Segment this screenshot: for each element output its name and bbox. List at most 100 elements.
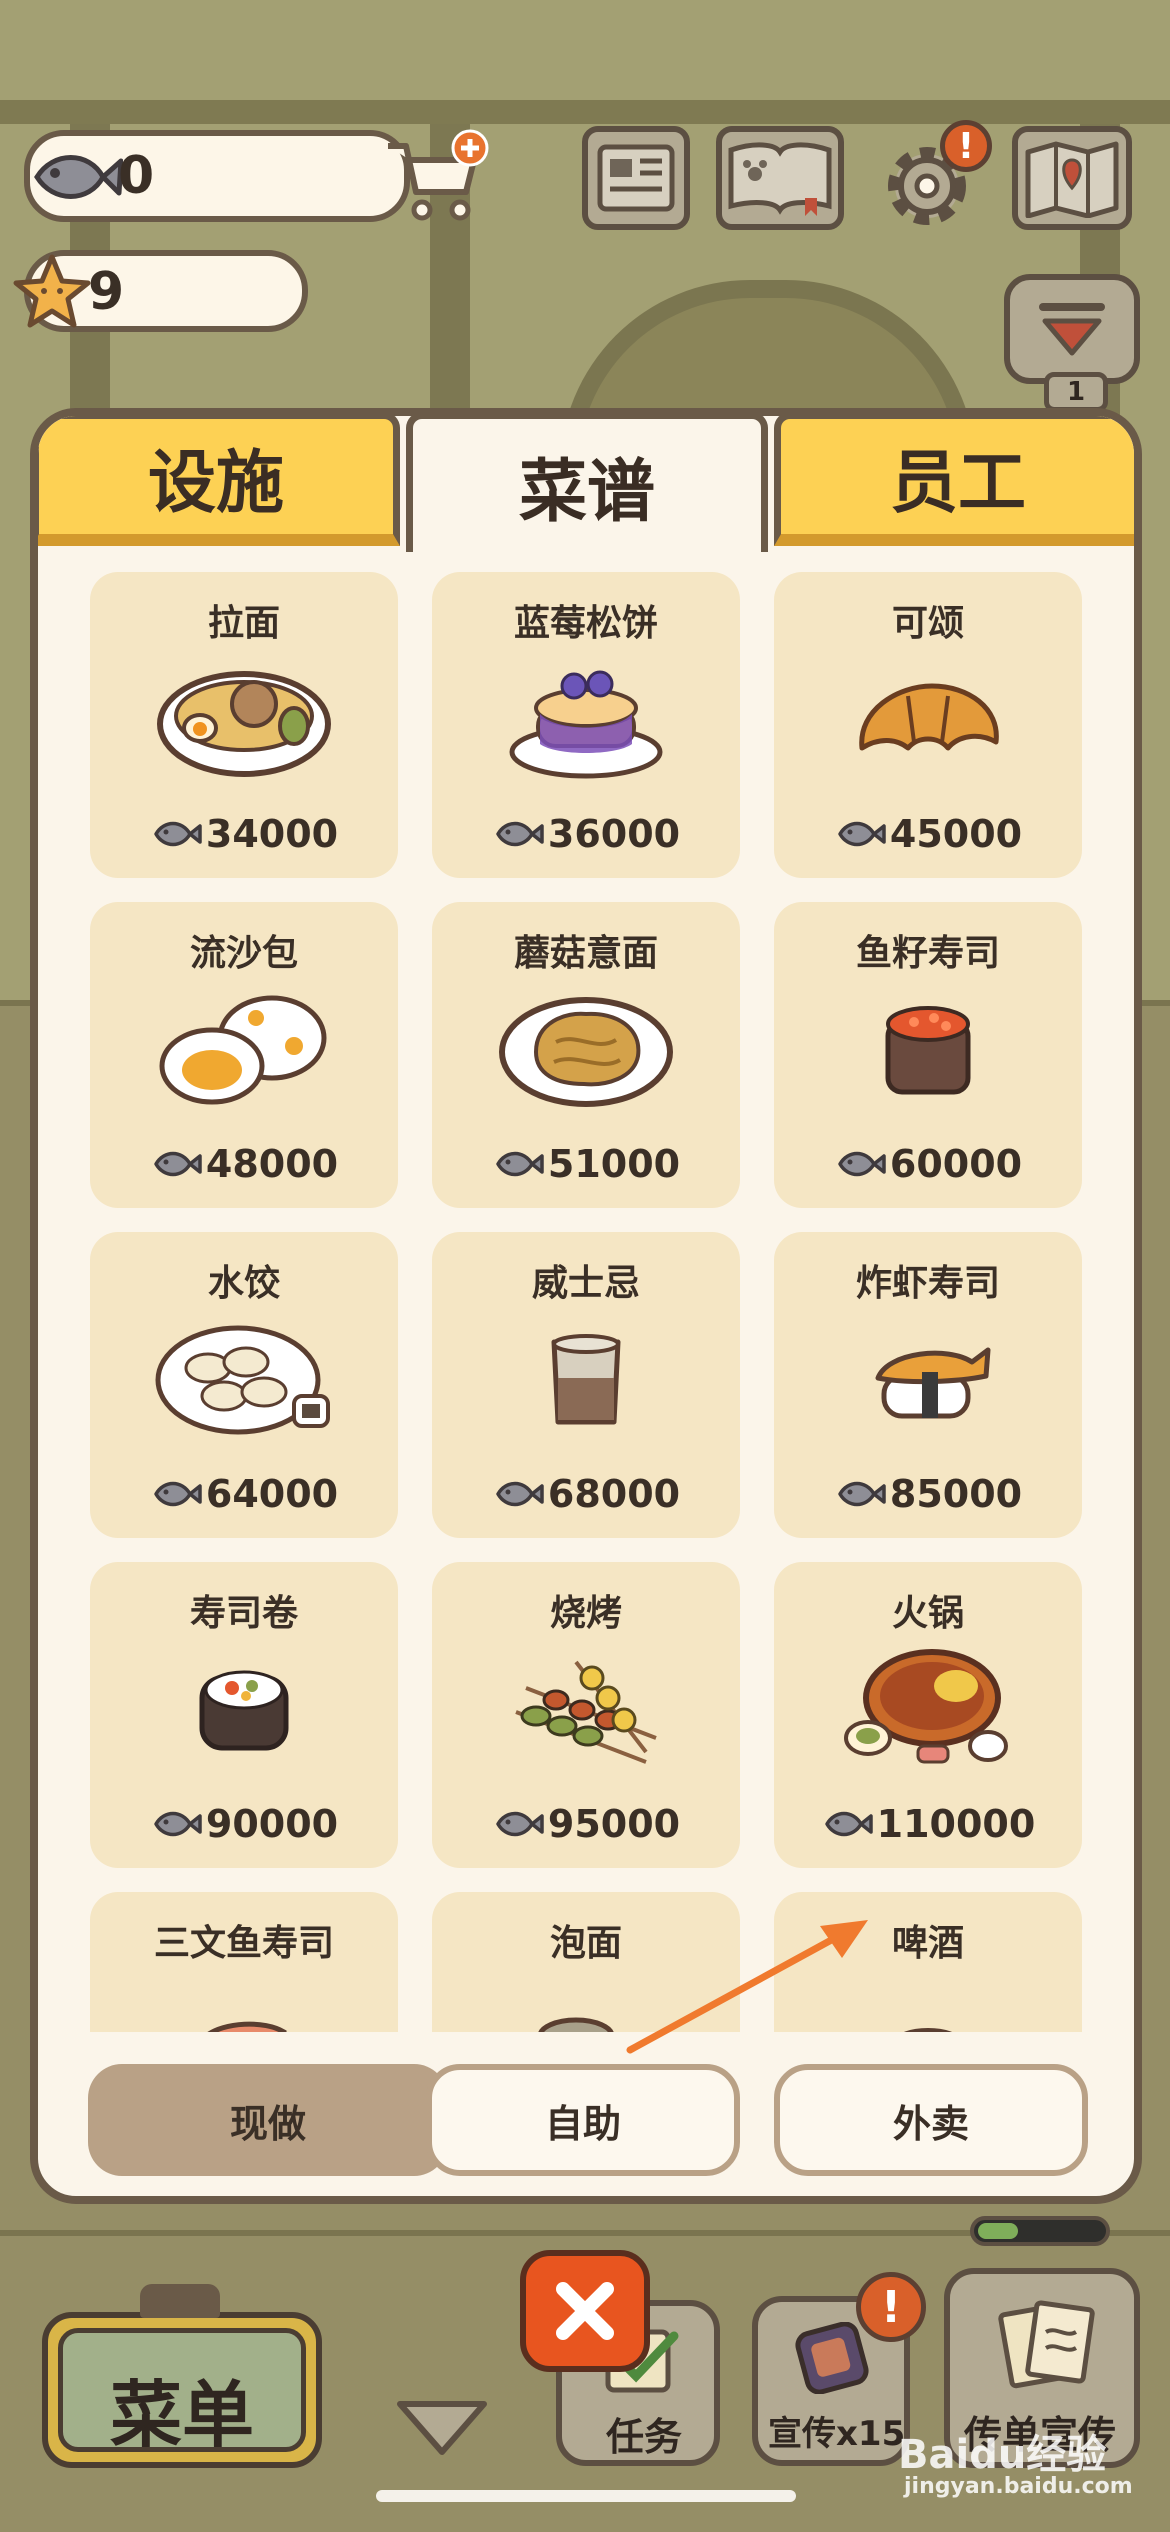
recipe-price: 60000 [774,1142,1082,1186]
shrimp-sushi-icon [875,1347,991,1419]
recipe-card-ramen[interactable]: 拉面 34000 [90,572,398,878]
recipe-price-value: 85000 [889,1472,1023,1516]
recipe-panel: 设施 菜谱 员工 拉面 34000 蓝莓松饼 36000 可颂 45000 流沙… [30,408,1142,2204]
mode-delivery-button[interactable]: 外卖 [774,2064,1088,2176]
watermark-url: jingyan.baidu.com [904,2474,1133,2499]
tab-staff[interactable]: 员工 [774,416,1134,546]
recipe-card-dumplings[interactable]: 水饺 64000 [90,1232,398,1538]
recipe-name: 拉面 [207,603,280,644]
recipe-price-value: 45000 [889,812,1023,856]
sushi-roll-icon [199,1670,289,1751]
fish-icon [154,1811,202,1837]
recipe-price-value: 95000 [547,1802,681,1846]
floor-badge: 1 [1044,372,1108,412]
dumplings-icon [155,1325,330,1435]
fish-icon [18,132,128,222]
task-label: 任务 [606,2415,683,2459]
custard-bun-icon [159,995,327,1105]
croissant-icon [859,683,999,751]
recipe-price: 51000 [432,1142,740,1186]
recipe-card-sushi-roll[interactable]: 寿司卷 90000 [90,1562,398,1868]
recipe-name: 寿司卷 [189,1593,298,1634]
recipe-price-value: 68000 [547,1472,681,1516]
home-indicator[interactable] [376,2490,796,2502]
recipe-price-value: 90000 [205,1802,339,1846]
map-icon [1025,141,1119,218]
recipe-price: 95000 [432,1802,740,1846]
recipe-card-hotpot[interactable]: 火锅 110000 [774,1562,1082,1868]
cart-plus-icon[interactable] [382,128,492,228]
recipe-price: 45000 [774,812,1082,856]
recipe-card-salmon-sushi[interactable]: 三文鱼寿司 [90,1892,398,2032]
settings-alert-icon: ! [940,120,992,172]
fish-icon [496,1481,544,1507]
pawbook-icon [728,142,832,216]
collapse-button[interactable] [1004,274,1140,384]
recipe-card-skewers[interactable]: 烧烤 95000 [432,1562,740,1868]
recipe-price: 90000 [90,1802,398,1846]
recipe-price: 110000 [774,1802,1082,1846]
promo-label: 宣传x15 [768,2414,906,2454]
menu-button[interactable]: 菜单 [42,2312,322,2468]
recipe-card-shrimp-sushi[interactable]: 炸虾寿司 85000 [774,1232,1082,1538]
recipe-price: 34000 [90,812,398,856]
recipe-card-pancake[interactable]: 蓝莓松饼 36000 [432,572,740,878]
close-button[interactable] [520,2250,650,2372]
fish-icon [496,821,544,847]
recipe-name: 火锅 [891,1593,964,1634]
star-count: 9 [88,262,125,322]
phone-promo-icon [795,2322,869,2394]
recipe-grid: 拉面 34000 蓝莓松饼 36000 可颂 45000 流沙包 48000 蘑… [38,566,1134,2032]
tab-facilities[interactable]: 设施 [38,416,400,546]
collapse-icon [1039,303,1105,356]
mushroom-pasta-icon [499,997,673,1107]
newspaper-icon [597,144,675,212]
recipe-card-croissant[interactable]: 可颂 45000 [774,572,1082,878]
mode-cook-button[interactable]: 现做 [88,2064,448,2176]
recipe-price: 36000 [432,812,740,856]
fish-icon [838,1481,886,1507]
recipe-price: 64000 [90,1472,398,1516]
recipe-price-value: 64000 [205,1472,339,1516]
recipe-name: 蘑菇意面 [513,933,658,974]
recipe-price-value: 60000 [889,1142,1023,1186]
recipe-price-value: 34000 [205,812,339,856]
promo-alert-icon: ! [856,2272,926,2342]
pancake-icon [509,670,663,779]
fish-count: 0 [118,146,155,206]
recipe-name: 蓝莓松饼 [513,603,658,644]
recipe-card-whiskey[interactable]: 威士忌 68000 [432,1232,740,1538]
progress-fill [978,2223,1018,2239]
fish-icon [154,1151,202,1177]
recipe-name: 三文鱼寿司 [153,1923,334,1964]
recipe-card-custard-bun[interactable]: 流沙包 48000 [90,902,398,1208]
recipe-card-roe-sushi[interactable]: 鱼籽寿司 60000 [774,902,1082,1208]
tab-recipes[interactable]: 菜谱 [406,416,768,552]
watermark-brand: Baidu经验 [898,2432,1107,2478]
newspaper-button[interactable] [582,126,690,230]
recipe-name: 可颂 [891,603,964,644]
paw-book-button[interactable] [716,126,844,230]
annotation-arrow-icon [626,1920,868,2054]
chevron-down-icon[interactable] [394,2396,490,2460]
close-icon [556,2282,614,2340]
recipe-price-value: 48000 [205,1142,339,1186]
fish-icon [154,821,202,847]
fish-icon [838,821,886,847]
recipe-price: 48000 [90,1142,398,1186]
recipe-price: 85000 [774,1472,1082,1516]
map-button[interactable] [1012,126,1132,230]
recipe-name: 水饺 [207,1263,280,1304]
fish-icon [154,1481,202,1507]
recipe-price-value: 110000 [876,1802,1036,1846]
recipe-name: 威士忌 [531,1263,640,1304]
mode-buffet-button[interactable]: 自助 [426,2064,740,2176]
fish-icon [496,1811,544,1837]
fish-icon [824,1811,873,1837]
recipe-name: 鱼籽寿司 [855,933,1000,974]
recipe-name: 流沙包 [189,933,298,974]
flyer-icon [998,2300,1095,2389]
recipe-card-mushroom-pasta[interactable]: 蘑菇意面 51000 [432,902,740,1208]
salmon-sushi-icon [207,2021,287,2032]
recipe-name: 烧烤 [549,1593,622,1634]
